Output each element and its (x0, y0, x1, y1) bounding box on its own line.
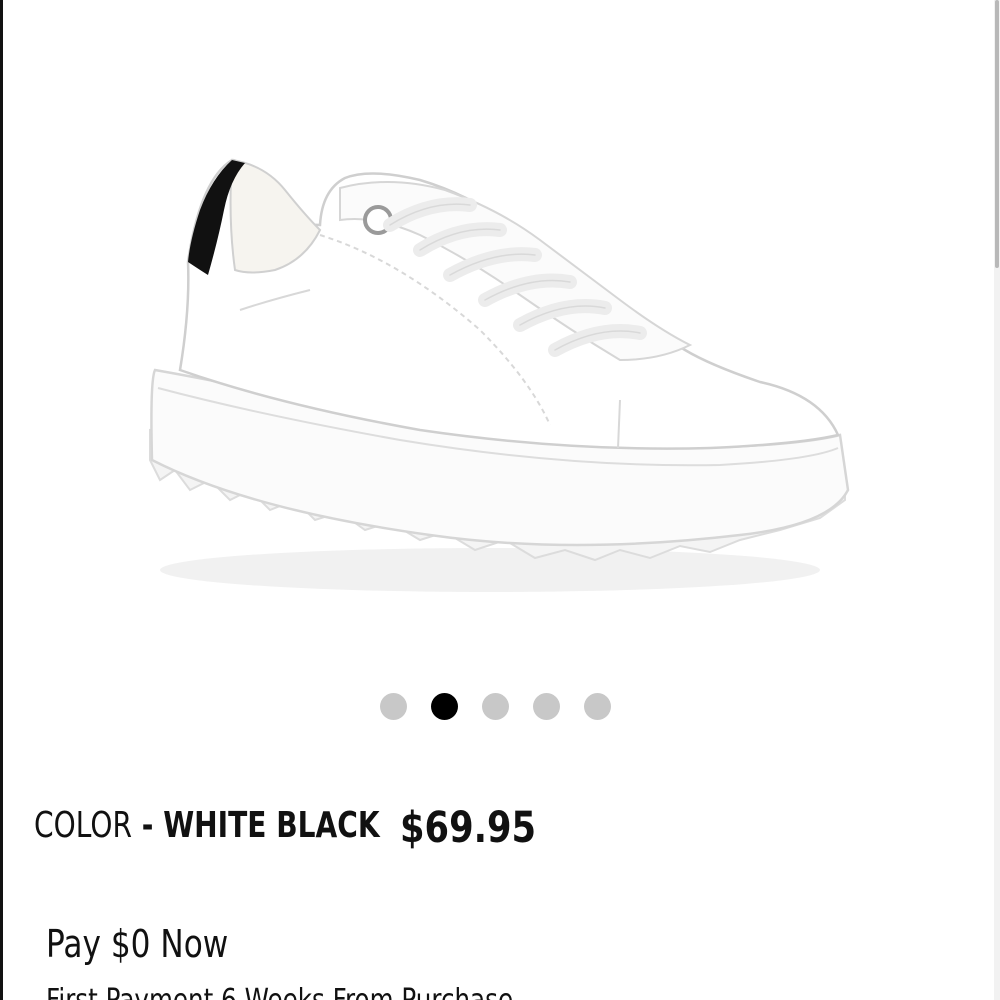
left-border (0, 0, 3, 1000)
carousel-dot-2-active[interactable] (431, 692, 458, 720)
carousel-dot-4[interactable] (533, 692, 560, 720)
color-prefix-label: COLOR (34, 805, 132, 846)
scrollbar-thumb[interactable] (995, 0, 999, 268)
product-price: $69.95 (400, 803, 537, 853)
carousel-dot-3[interactable] (482, 692, 509, 720)
scrollbar[interactable] (994, 0, 1000, 1000)
color-name: WHITE BLACK (163, 805, 380, 846)
carousel-dot-5[interactable] (584, 692, 611, 720)
pay-now-text: Pay $0 Now (46, 922, 229, 966)
installments-text: First Payment 6 Weeks From Purchase (46, 983, 513, 1000)
color-info: COLOR - WHITE BLACK (34, 805, 380, 846)
sneaker-illustration (149, 158, 850, 592)
color-separator: - (131, 805, 164, 846)
carousel-dot-1[interactable] (380, 692, 407, 720)
product-image[interactable] (100, 130, 880, 600)
carousel-pagination (380, 692, 620, 720)
